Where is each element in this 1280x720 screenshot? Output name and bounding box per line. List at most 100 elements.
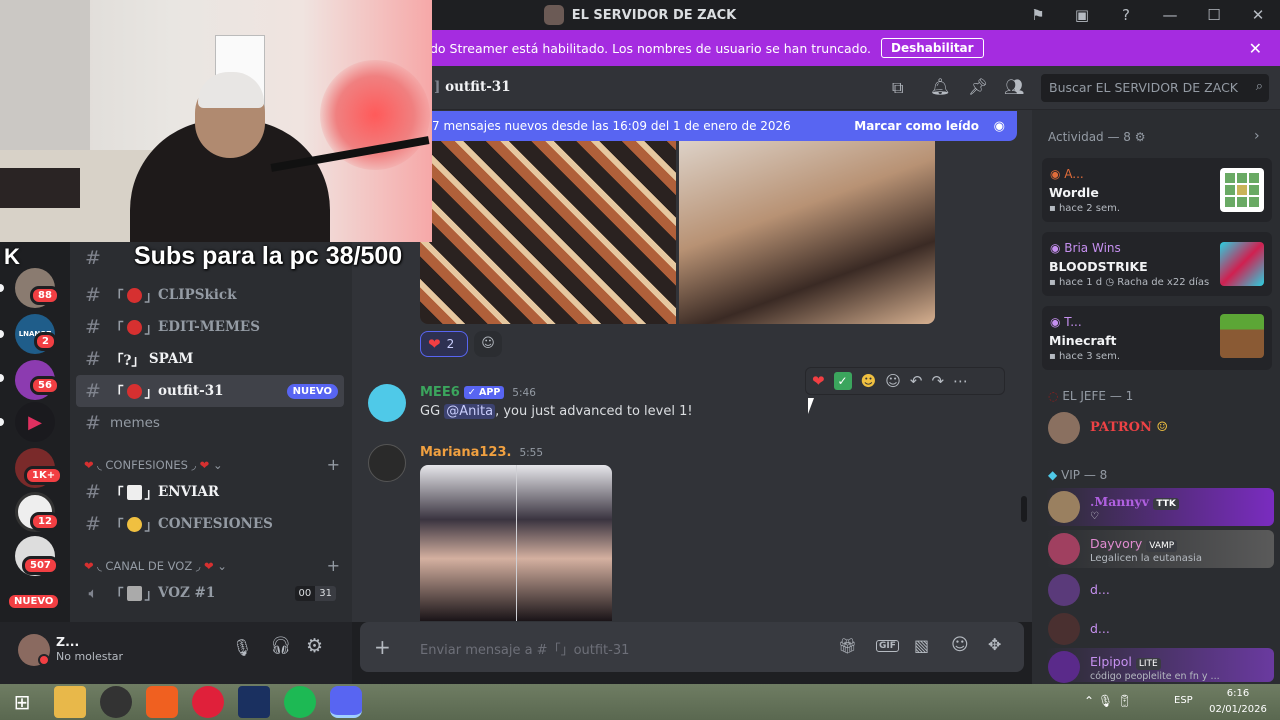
badge: 12: [30, 512, 60, 531]
add-reaction-icon[interactable]: ☺: [885, 372, 901, 390]
notification-bell-icon[interactable]: 🔔︎: [930, 77, 950, 96]
windows-taskbar: ⊞ ⌃ 🎙︎ 🔋︎ ESP 6:16 02/01/2026: [0, 684, 1280, 720]
webcam-chair: [0, 168, 80, 208]
avatar[interactable]: [368, 444, 406, 482]
windows-start-icon[interactable]: ⊞: [6, 686, 38, 718]
channel-item-clipskick[interactable]: # 「」 CLIPSkick: [76, 279, 344, 311]
badge: 1K+: [24, 466, 64, 485]
channel-item-confesiones[interactable]: # 「」 CONFESIONES: [76, 508, 344, 540]
category-canal-de-voz[interactable]: ❤ ◟ CANAL DE VOZ ◞ ❤ ⌄ +: [84, 556, 340, 575]
emoji-icon[interactable]: ☺: [951, 635, 969, 655]
file-explorer-icon[interactable]: [54, 686, 86, 718]
app-icon[interactable]: [192, 686, 224, 718]
avatar: [1048, 651, 1080, 683]
mark-read-button[interactable]: Marcar como leído: [854, 119, 979, 133]
channel-name: VOZ #1: [158, 585, 216, 601]
author-name[interactable]: Mariana123.: [420, 445, 511, 460]
streamer-mode-banner: do Streamer está habilitado. Los nombres…: [430, 30, 1280, 66]
hash-icon: #: [85, 284, 101, 306]
avatar: [1048, 613, 1080, 645]
tray-icons[interactable]: ⌃ 🎙︎ 🔋︎: [1084, 694, 1132, 708]
author-name[interactable]: MEE6: [420, 385, 460, 400]
reply-icon[interactable]: ↶: [910, 372, 923, 390]
add-channel-icon[interactable]: +: [327, 455, 340, 474]
add-channel-icon[interactable]: +: [327, 556, 340, 575]
user-status: No molestar: [56, 650, 124, 663]
settings-gear-icon[interactable]: ⚙: [306, 635, 323, 657]
discord-icon[interactable]: [330, 686, 362, 718]
message-image[interactable]: [679, 140, 935, 324]
new-messages-text: 7 mensajes nuevos desde las 16:09 del 1 …: [432, 119, 791, 133]
channel-header: ] outfit-31 ⧉ 🔔︎ 📌︎ 👥︎: [430, 66, 1032, 110]
scrollbar[interactable]: [1021, 496, 1027, 522]
headphones-icon[interactable]: 🎧︎: [270, 636, 292, 656]
maximize-button[interactable]: ☐: [1192, 6, 1236, 24]
obs-icon[interactable]: [100, 686, 132, 718]
category-confesiones[interactable]: ❤ ◟ CONFESIONES ◞ ❤ ⌄ +: [84, 455, 340, 474]
forward-icon[interactable]: ↷: [931, 372, 944, 390]
username: Z...: [56, 634, 80, 649]
language-indicator[interactable]: ESP: [1174, 695, 1193, 706]
server-icon: [543, 5, 564, 25]
heart-reaction-icon[interactable]: ❤: [812, 372, 825, 390]
search-icon: ⌕: [1255, 79, 1263, 94]
activity-time: ▪ hace 3 sem.: [1049, 351, 1121, 362]
avatar[interactable]: [368, 384, 406, 422]
channel-item-spam[interactable]: # 「?」 SPAM: [76, 343, 344, 375]
threads-icon[interactable]: ⧉: [892, 78, 903, 98]
member-item[interactable]: d...: [1046, 571, 1274, 609]
add-reaction-icon[interactable]: ☺: [474, 331, 502, 357]
app-icon[interactable]: [238, 686, 270, 718]
clock[interactable]: 6:16 02/01/2026: [1206, 686, 1270, 718]
flag-icon[interactable]: ⚑: [1016, 6, 1060, 24]
voice-channel-voz-1[interactable]: 🔈︎ 「」 VOZ #1 00 31: [76, 577, 344, 609]
channel-item-memes[interactable]: # memes: [76, 407, 344, 439]
message-composer[interactable]: + Enviar mensaje a #「」outfit-31 🎁︎ GIF ▧…: [360, 622, 1024, 672]
sticker-icon[interactable]: ▧: [914, 636, 929, 655]
activity-card[interactable]: ◉ T... Minecraft ▪ hace 3 sem.: [1042, 306, 1272, 370]
message-input[interactable]: Enviar mensaje a #「」outfit-31: [420, 639, 629, 658]
close-icon[interactable]: ✕: [1249, 39, 1262, 58]
microphone-icon[interactable]: 🎙︎: [232, 638, 252, 657]
member-list-icon[interactable]: 👥︎: [1004, 77, 1024, 96]
activity-header: Actividad — 8 ⚙: [1048, 130, 1146, 144]
gift-icon[interactable]: 🎁︎: [838, 637, 857, 655]
apps-icon[interactable]: ✥: [988, 635, 1001, 654]
minimize-button[interactable]: —: [1148, 6, 1192, 24]
reaction-heart[interactable]: ❤ 2: [420, 331, 468, 357]
spotify-icon[interactable]: [284, 686, 316, 718]
message-image[interactable]: [420, 140, 676, 324]
add-attachment-icon[interactable]: +: [374, 635, 391, 659]
activity-game: Wordle: [1049, 185, 1099, 200]
bloodstrike-icon: [1220, 242, 1264, 286]
member-item[interactable]: d...: [1046, 610, 1274, 648]
member-item[interactable]: PATRON ☺: [1046, 409, 1274, 447]
member-item[interactable]: .Mannyv TTK ♡: [1046, 488, 1274, 526]
gif-icon[interactable]: GIF: [876, 640, 899, 652]
inbox-icon[interactable]: ▣: [1060, 6, 1104, 24]
member-name: d...: [1090, 621, 1110, 636]
pin-icon[interactable]: 📌︎: [968, 77, 988, 96]
channel-item-edit-memes[interactable]: # 「」 EDIT-MEMES: [76, 311, 344, 343]
member-item[interactable]: Elpipol LITE código peoplelite en fn y .…: [1046, 648, 1274, 683]
help-icon[interactable]: ?: [1104, 6, 1148, 24]
member-item[interactable]: Dayvory VAMP Legalicen la eutanasia: [1046, 530, 1274, 568]
chevron-right-icon[interactable]: ›: [1254, 128, 1260, 144]
check-reaction-icon[interactable]: ✓: [833, 372, 852, 390]
brave-icon[interactable]: [146, 686, 178, 718]
user-mention[interactable]: @Anita: [444, 404, 496, 419]
server-rail: 88 LNANOZ 2 56 ▶ 1K+ 12 507 NUEVO: [0, 242, 70, 682]
wordle-icon: [1220, 168, 1264, 212]
close-window-button[interactable]: ✕: [1236, 6, 1280, 24]
more-icon[interactable]: ⋯: [953, 372, 968, 390]
activity-card[interactable]: ◉ A... Wordle ▪ hace 2 sem.: [1042, 158, 1272, 222]
user-panel: Z... No molestar 🎙︎ 🎧︎ ⚙: [0, 622, 352, 684]
laugh-reaction-icon[interactable]: ☻: [861, 372, 877, 390]
new-messages-bar[interactable]: 7 mensajes nuevos desde las 16:09 del 1 …: [422, 111, 1017, 141]
disable-button[interactable]: Deshabilitar: [881, 38, 984, 58]
activity-card[interactable]: ◉ Bria Wins BLOODSTRIKE ▪ hace 1 d ◷ Rac…: [1042, 232, 1272, 296]
play-server-icon[interactable]: ▶: [15, 402, 55, 442]
channel-item-outfit-31[interactable]: # 「」 outfit-31 NUEVO: [76, 375, 344, 407]
search-input[interactable]: Buscar EL SERVIDOR DE ZACK ⌕: [1041, 74, 1269, 102]
channel-item-enviar[interactable]: # 「」 ENVIAR: [76, 476, 344, 508]
